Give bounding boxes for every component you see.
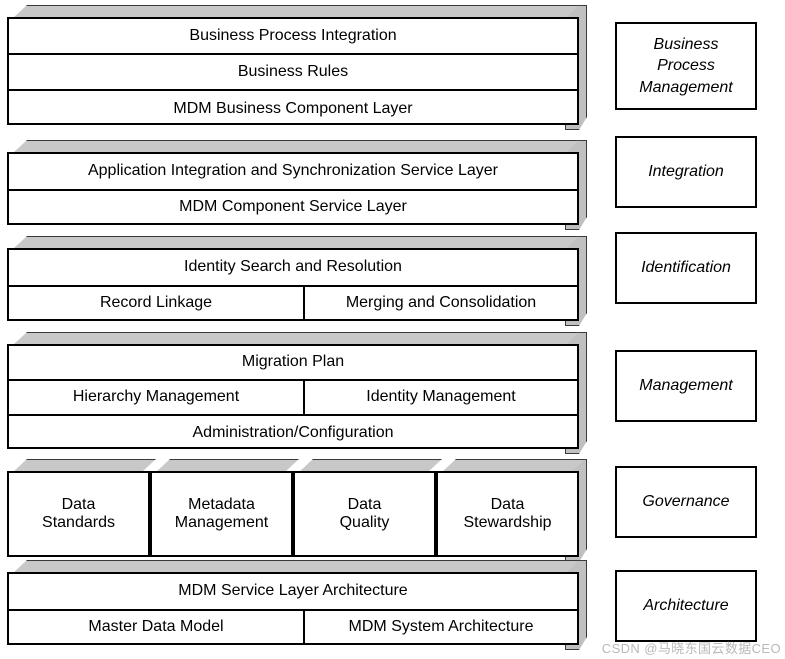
block-front-face: Identity Search and Resolution Record Li… (7, 248, 579, 321)
category-box-architecture: Architecture (615, 570, 757, 642)
block-row: Business Process Integration (9, 19, 577, 55)
block-front-face: MDM Service Layer Architecture Master Da… (7, 572, 579, 645)
category-box-business-process-management: Business Process Management (615, 22, 757, 110)
block-row: Data Stewardship (438, 473, 577, 555)
block-cell: Merging and Consolidation (303, 287, 577, 319)
block-cell-line: Stewardship (463, 514, 552, 531)
block-cell: Administration/Configuration (192, 424, 394, 442)
block-row: Application Integration and Synchronizat… (9, 154, 577, 191)
block-cell: Data Quality (295, 473, 434, 555)
block-cell: Master Data Model (88, 617, 224, 635)
block-front-face: Migration Plan Hierarchy Management Iden… (7, 344, 579, 449)
block-cell: Data Standards (9, 473, 148, 555)
block-row: MDM Business Component Layer (9, 91, 577, 127)
category-box-management: Management (615, 350, 757, 422)
category-label-line: Process (657, 57, 715, 75)
mdm-architecture-diagram: Business Process Integration Business Ru… (0, 0, 785, 659)
block-row: MDM Service Layer Architecture (9, 574, 577, 611)
category-label: Architecture (643, 597, 729, 615)
block-cell: MDM Business Component Layer (173, 99, 413, 117)
watermark: CSDN @马晓东国云数据CEO (601, 641, 781, 656)
category-box-integration: Integration (615, 136, 757, 208)
block-cell-line: Data (61, 495, 96, 513)
block-row: Master Data Model MDM System Architectur… (9, 611, 577, 643)
block-cell-line: Data (347, 495, 382, 513)
block-cell: Business Rules (237, 62, 349, 80)
category-label-line: Management (639, 78, 733, 96)
category-label: Business Process Management (639, 34, 732, 99)
category-label: Management (639, 377, 733, 395)
block-front-face: Application Integration and Synchronizat… (7, 152, 579, 225)
block-cell-line: Data (490, 495, 525, 513)
block-row: Business Rules (9, 55, 577, 91)
block-row: MDM Component Service Layer (9, 191, 577, 223)
block-cell: MDM System Architecture (303, 611, 577, 643)
block-row: Data Standards (9, 473, 148, 555)
block-row: Record Linkage Merging and Consolidation (9, 287, 577, 319)
block-front-face: Business Process Integration Business Ru… (7, 17, 579, 125)
block-row: Identity Search and Resolution (9, 250, 577, 287)
block-cell: Application Integration and Synchronizat… (87, 162, 499, 180)
block-cell: Metadata Management (152, 473, 291, 555)
block-front-face: Data Quality (293, 471, 436, 557)
block-cell-line: Management (174, 514, 269, 531)
category-label-line: Business (653, 35, 719, 53)
block-row: Administration/Configuration (9, 416, 577, 451)
category-label: Integration (648, 163, 724, 181)
block-cell: Migration Plan (241, 353, 345, 371)
block-cell: MDM Service Layer Architecture (178, 582, 408, 600)
block-row: Migration Plan (9, 346, 577, 381)
category-box-governance: Governance (615, 466, 757, 538)
block-cell: Business Process Integration (189, 26, 397, 44)
block-cell: Data Stewardship (438, 473, 577, 555)
block-cell: Identity Search and Resolution (184, 258, 402, 276)
category-label: Identification (641, 259, 731, 277)
block-row: Hierarchy Management Identity Management (9, 381, 577, 416)
block-front-face: Data Standards (7, 471, 150, 557)
block-row: Data Quality (295, 473, 434, 555)
category-label: Governance (642, 493, 730, 511)
block-cell-line: Quality (339, 514, 390, 531)
block-cell: Record Linkage (99, 293, 213, 311)
block-row: Metadata Management (152, 473, 291, 555)
block-front-face: Data Stewardship (436, 471, 579, 557)
block-cell-line: Metadata (188, 495, 255, 513)
category-box-identification: Identification (615, 232, 757, 304)
block-cell: MDM Component Service Layer (179, 197, 407, 215)
block-cell: Hierarchy Management (72, 388, 240, 406)
block-cell: Identity Management (303, 381, 577, 414)
block-front-face: Metadata Management (150, 471, 293, 557)
block-cell-line: Standards (42, 514, 115, 531)
